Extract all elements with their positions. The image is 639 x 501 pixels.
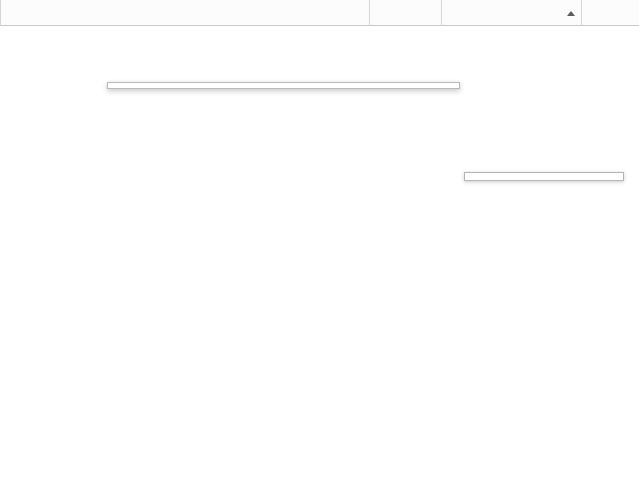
context-menu[interactable] bbox=[107, 82, 460, 89]
column-header-size[interactable] bbox=[370, 0, 443, 26]
file-list[interactable] bbox=[0, 26, 639, 501]
column-header-type[interactable] bbox=[582, 0, 639, 26]
copy-tooltip bbox=[464, 172, 624, 181]
column-header-row bbox=[0, 0, 639, 26]
file-manager-window bbox=[0, 0, 639, 501]
column-header-name[interactable] bbox=[0, 0, 370, 26]
column-header-modified[interactable] bbox=[442, 0, 582, 26]
sort-ascending-icon bbox=[566, 10, 575, 16]
